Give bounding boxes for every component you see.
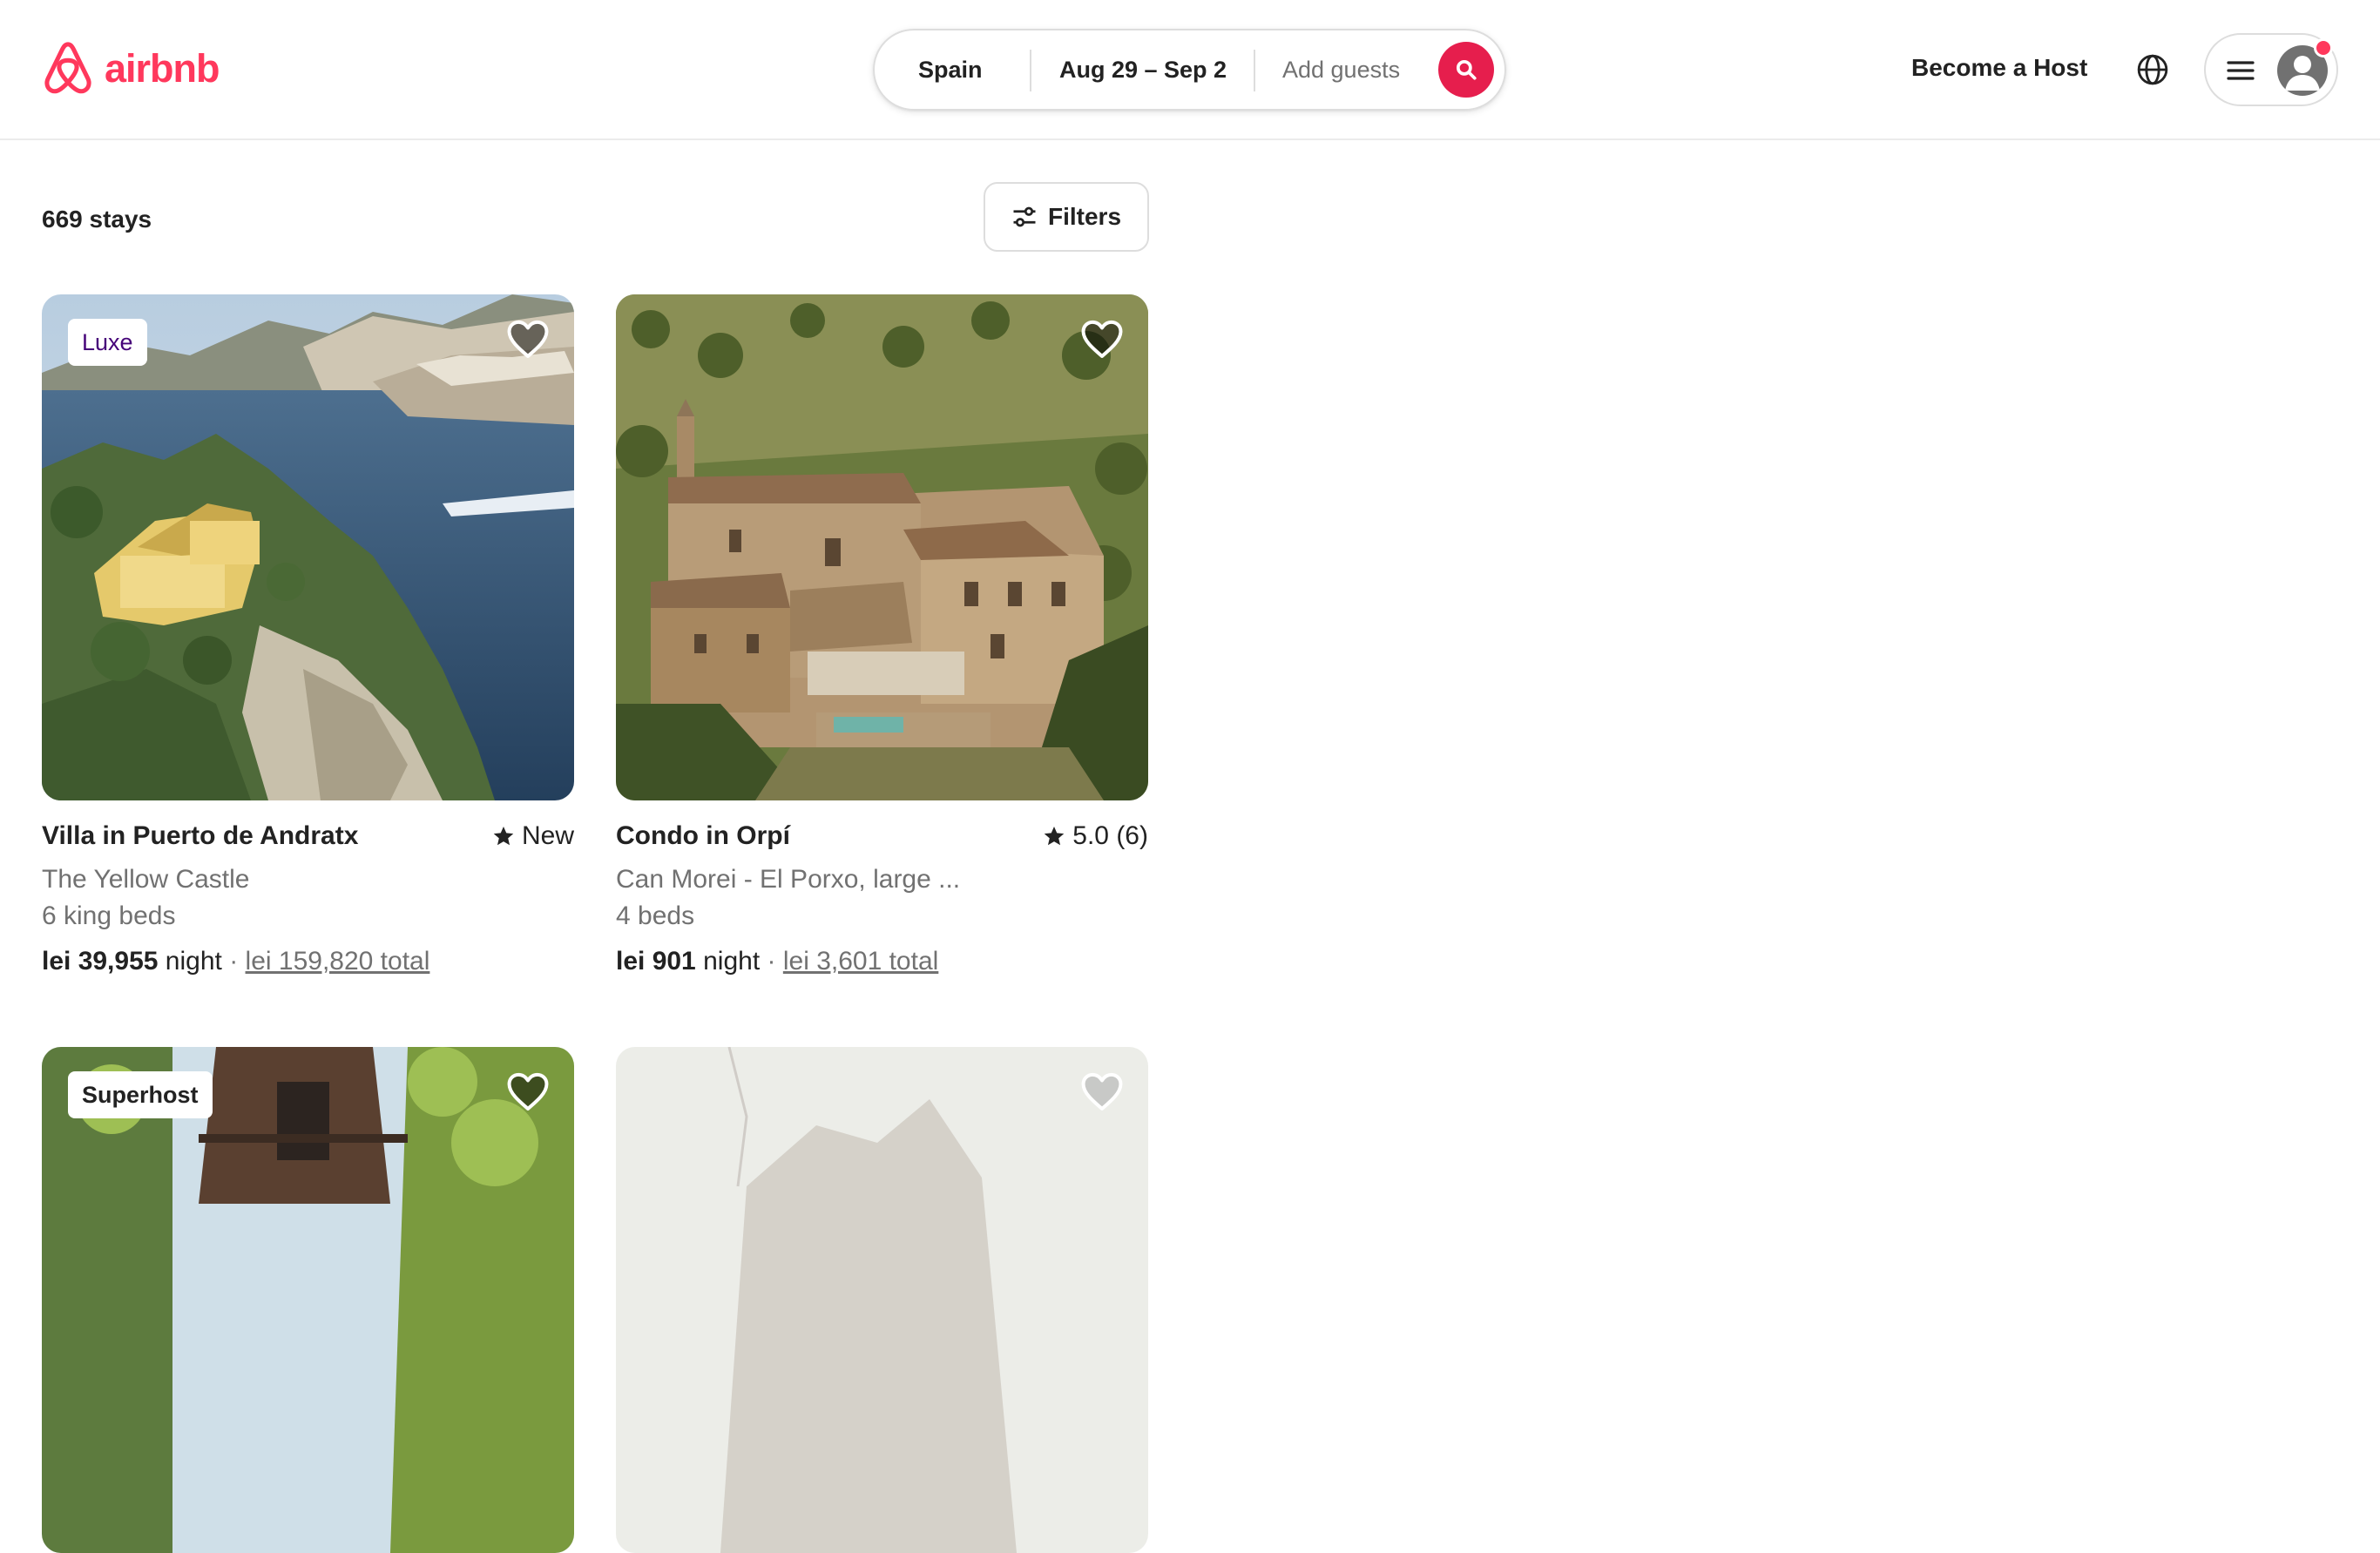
- globe-icon[interactable]: [2136, 53, 2169, 86]
- listing-card[interactable]: Superhost: [42, 1047, 574, 1553]
- search-guests[interactable]: Add guests: [1282, 57, 1400, 84]
- listing-rating: New: [492, 821, 574, 851]
- listing-beds: 6 king beds: [42, 901, 176, 930]
- search-location[interactable]: Spain: [918, 57, 983, 84]
- listing-card[interactable]: Luxe Villa in Puerto de Andratx New The …: [42, 294, 574, 980]
- rating-value: New: [521, 821, 574, 850]
- user-menu-button[interactable]: [2204, 33, 2338, 106]
- airbnb-logo[interactable]: airbnb: [40, 40, 220, 98]
- listing-rating: 5.0 (6): [1043, 821, 1148, 851]
- listing-subtitle: Can Morei - El Porxo, large ...: [616, 865, 961, 894]
- rock-landscape-photo: [616, 1047, 1148, 1553]
- filters-label: Filters: [1047, 203, 1122, 230]
- coastal-villa-photo: [42, 294, 574, 800]
- stone-estate-photo: [616, 294, 1148, 800]
- search-icon: [1456, 59, 1477, 80]
- listing-beds: 4 beds: [616, 901, 695, 930]
- heart-icon[interactable]: [506, 319, 550, 359]
- price-total[interactable]: lei 3,601 total: [783, 947, 938, 976]
- luxe-badge: Luxe: [68, 319, 147, 366]
- listing-photo[interactable]: [616, 1047, 1148, 1553]
- heart-icon[interactable]: [1080, 1071, 1124, 1111]
- price-unit: night: [703, 947, 761, 976]
- rating-value: 5.0 (6): [1072, 821, 1148, 850]
- search-divider: [1254, 50, 1255, 91]
- results-count: 669 stays: [42, 206, 152, 233]
- listing-photo[interactable]: Luxe: [42, 294, 574, 800]
- star-icon: [493, 826, 514, 846]
- hamburger-menu-icon: [2227, 61, 2255, 80]
- price-amount: lei 39,955: [42, 947, 159, 976]
- heart-icon[interactable]: [506, 1071, 550, 1111]
- listing-photo[interactable]: Superhost: [42, 1047, 574, 1553]
- star-icon: [1045, 826, 1065, 846]
- search-bar[interactable]: Spain Aug 29 – Sep 2 Add guests: [873, 29, 1506, 111]
- superhost-badge: Superhost: [68, 1071, 213, 1118]
- search-divider: [1030, 50, 1031, 91]
- filters-button[interactable]: Filters: [984, 182, 1149, 252]
- listing-price: lei 39,955 night · lei 159,820 total: [42, 943, 574, 980]
- price-total[interactable]: lei 159,820 total: [246, 947, 430, 976]
- listing-card[interactable]: Condo in Orpí 5.0 (6) Can Morei - El Por…: [616, 294, 1148, 980]
- listing-photo[interactable]: [616, 294, 1148, 800]
- price-amount: lei 901: [616, 947, 696, 976]
- listing-card[interactable]: [616, 1047, 1148, 1553]
- price-unit: night: [165, 947, 222, 976]
- sliders-icon: [1013, 206, 1036, 227]
- listing-title[interactable]: Condo in Orpí: [616, 821, 790, 851]
- brand-name: airbnb: [105, 46, 220, 91]
- top-header: airbnb Spain Aug 29 – Sep 2 Add guests B…: [0, 0, 2380, 140]
- search-dates[interactable]: Aug 29 – Sep 2: [1059, 57, 1227, 84]
- listing-title[interactable]: Villa in Puerto de Andratx: [42, 821, 358, 851]
- price-separator: ·: [229, 947, 239, 976]
- search-button[interactable]: [1438, 42, 1494, 98]
- cabin-photo: [42, 1047, 574, 1553]
- listing-price: lei 901 night · lei 3,601 total: [616, 943, 1148, 980]
- heart-icon[interactable]: [1080, 319, 1124, 359]
- become-host-link[interactable]: Become a Host: [1911, 54, 2087, 82]
- price-separator: ·: [767, 947, 776, 976]
- listing-subtitle: The Yellow Castle: [42, 865, 250, 894]
- notification-dot: [2314, 38, 2333, 57]
- airbnb-logo-icon: [44, 42, 91, 94]
